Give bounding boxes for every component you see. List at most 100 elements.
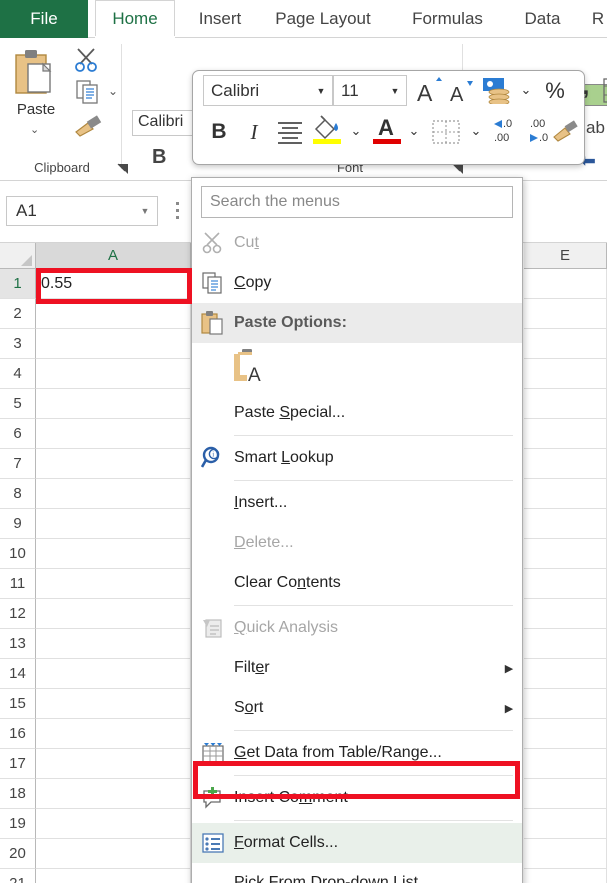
grow-font-icon[interactable]: A: [415, 77, 445, 105]
context-menu-item-format-cells[interactable]: Format Cells...: [192, 823, 522, 863]
cell-a18[interactable]: [36, 779, 191, 809]
row-header-1[interactable]: 1: [0, 269, 36, 299]
cell-a15[interactable]: [36, 689, 191, 719]
row-header-15[interactable]: 15: [0, 689, 36, 719]
accounting-dropdown-icon[interactable]: ⌄: [517, 80, 535, 100]
copy-chevron-down-icon[interactable]: ⌄: [108, 84, 118, 98]
copy-icon[interactable]: [76, 80, 100, 104]
row-header-16[interactable]: 16: [0, 719, 36, 749]
row-header-12[interactable]: 12: [0, 599, 36, 629]
cell-e11[interactable]: [524, 569, 607, 599]
context-menu-item-paste-special[interactable]: Paste Special...: [192, 393, 522, 433]
paste-values-icon[interactable]: A: [234, 348, 268, 389]
search-input[interactable]: [201, 186, 513, 218]
context-menu-item-cut[interactable]: Cut: [192, 223, 522, 263]
fill-color-dropdown-icon[interactable]: ⌄: [347, 121, 365, 141]
cell-e20[interactable]: [524, 839, 607, 869]
cell-a7[interactable]: [36, 449, 191, 479]
cell-a1[interactable]: 0.55: [36, 269, 191, 299]
cell-e16[interactable]: [524, 719, 607, 749]
cell-e8[interactable]: [524, 479, 607, 509]
cell-e3[interactable]: [524, 329, 607, 359]
cell-a10[interactable]: [36, 539, 191, 569]
mini-font-size-chevron-down-icon[interactable]: ▼: [384, 86, 406, 96]
tab-review[interactable]: R: [588, 0, 607, 38]
row-header-6[interactable]: 6: [0, 419, 36, 449]
row-header-5[interactable]: 5: [0, 389, 36, 419]
row-header-3[interactable]: 3: [0, 329, 36, 359]
tab-data[interactable]: Data: [510, 0, 575, 38]
percent-style-icon[interactable]: %: [541, 77, 569, 105]
tab-page-layout[interactable]: Page Layout: [258, 0, 388, 38]
mini-font-name-combo[interactable]: Calibri ▼: [203, 75, 333, 106]
cell-a13[interactable]: [36, 629, 191, 659]
context-menu-item-delete[interactable]: Delete...: [192, 523, 522, 563]
tab-file[interactable]: File: [0, 0, 88, 38]
cell-a17[interactable]: [36, 749, 191, 779]
format-painter-icon[interactable]: [74, 114, 104, 138]
decrease-decimal-icon[interactable]: .0 .00: [491, 115, 525, 147]
context-menu-item-quick-analysis[interactable]: Quick Analysis: [192, 608, 522, 648]
cell-a21[interactable]: [36, 869, 191, 883]
row-header-4[interactable]: 4: [0, 359, 36, 389]
row-header-2[interactable]: 2: [0, 299, 36, 329]
merge-and-center-icon[interactable]: [603, 77, 607, 105]
row-header-9[interactable]: 9: [0, 509, 36, 539]
cell-a3[interactable]: [36, 329, 191, 359]
center-align-icon[interactable]: [275, 119, 305, 145]
cell-e6[interactable]: [524, 419, 607, 449]
cell-a6[interactable]: [36, 419, 191, 449]
comma-style-icon[interactable]: ,: [575, 73, 597, 103]
row-header-11[interactable]: 11: [0, 569, 36, 599]
tab-formulas[interactable]: Formulas: [395, 0, 500, 38]
row-header-17[interactable]: 17: [0, 749, 36, 779]
cell-e15[interactable]: [524, 689, 607, 719]
tab-insert[interactable]: Insert: [185, 0, 255, 38]
row-header-19[interactable]: 19: [0, 809, 36, 839]
cell-a16[interactable]: [36, 719, 191, 749]
cell-a9[interactable]: [36, 509, 191, 539]
cell-e7[interactable]: [524, 449, 607, 479]
context-menu-item-insert[interactable]: Insert...: [192, 483, 522, 523]
cell-e17[interactable]: [524, 749, 607, 779]
context-menu-item-filter[interactable]: Filter ▶: [192, 648, 522, 688]
cell-e14[interactable]: [524, 659, 607, 689]
cell-e21[interactable]: [524, 869, 607, 883]
cell-e13[interactable]: [524, 629, 607, 659]
fill-color-icon[interactable]: [311, 115, 343, 141]
cell-a4[interactable]: [36, 359, 191, 389]
select-all-corner[interactable]: [0, 243, 36, 269]
column-header-a[interactable]: A: [36, 243, 191, 269]
context-menu-item-clear-contents[interactable]: Clear Contents: [192, 563, 522, 603]
cell-e10[interactable]: [524, 539, 607, 569]
column-header-e[interactable]: E: [524, 243, 607, 269]
font-color-dropdown-icon[interactable]: ⌄: [405, 121, 423, 141]
italic-icon[interactable]: I: [241, 117, 267, 147]
formula-bar-vertical-dots-icon[interactable]: [176, 202, 180, 220]
cell-e12[interactable]: [524, 599, 607, 629]
cell-e5[interactable]: [524, 389, 607, 419]
cell-a14[interactable]: [36, 659, 191, 689]
context-menu-item-copy[interactable]: Copy: [192, 263, 522, 303]
cell-e19[interactable]: [524, 809, 607, 839]
font-color-icon[interactable]: A: [371, 115, 401, 141]
mini-font-size-combo[interactable]: 11 ▼: [333, 75, 407, 106]
cell-a20[interactable]: [36, 839, 191, 869]
row-header-21[interactable]: 21: [0, 869, 36, 883]
row-header-20[interactable]: 20: [0, 839, 36, 869]
context-menu-item-get-data[interactable]: Get Data from Table/Range...: [192, 733, 522, 773]
cell-a2[interactable]: [36, 299, 191, 329]
cell-e1[interactable]: [524, 269, 607, 299]
shrink-font-icon[interactable]: A: [449, 79, 477, 105]
scissors-icon[interactable]: [74, 48, 100, 72]
context-menu-item-smart-lookup[interactable]: i Smart Lookup: [192, 438, 522, 478]
borders-icon[interactable]: [431, 119, 461, 145]
paste-chevron-down-icon[interactable]: ⌄: [30, 123, 39, 136]
row-header-13[interactable]: 13: [0, 629, 36, 659]
clipboard-dialog-launcher-icon[interactable]: [117, 162, 129, 174]
context-menu-item-insert-comment[interactable]: Insert Comment: [192, 778, 522, 818]
cell-e2[interactable]: [524, 299, 607, 329]
cell-a5[interactable]: [36, 389, 191, 419]
cell-e4[interactable]: [524, 359, 607, 389]
name-box[interactable]: A1 ▼: [6, 196, 158, 226]
